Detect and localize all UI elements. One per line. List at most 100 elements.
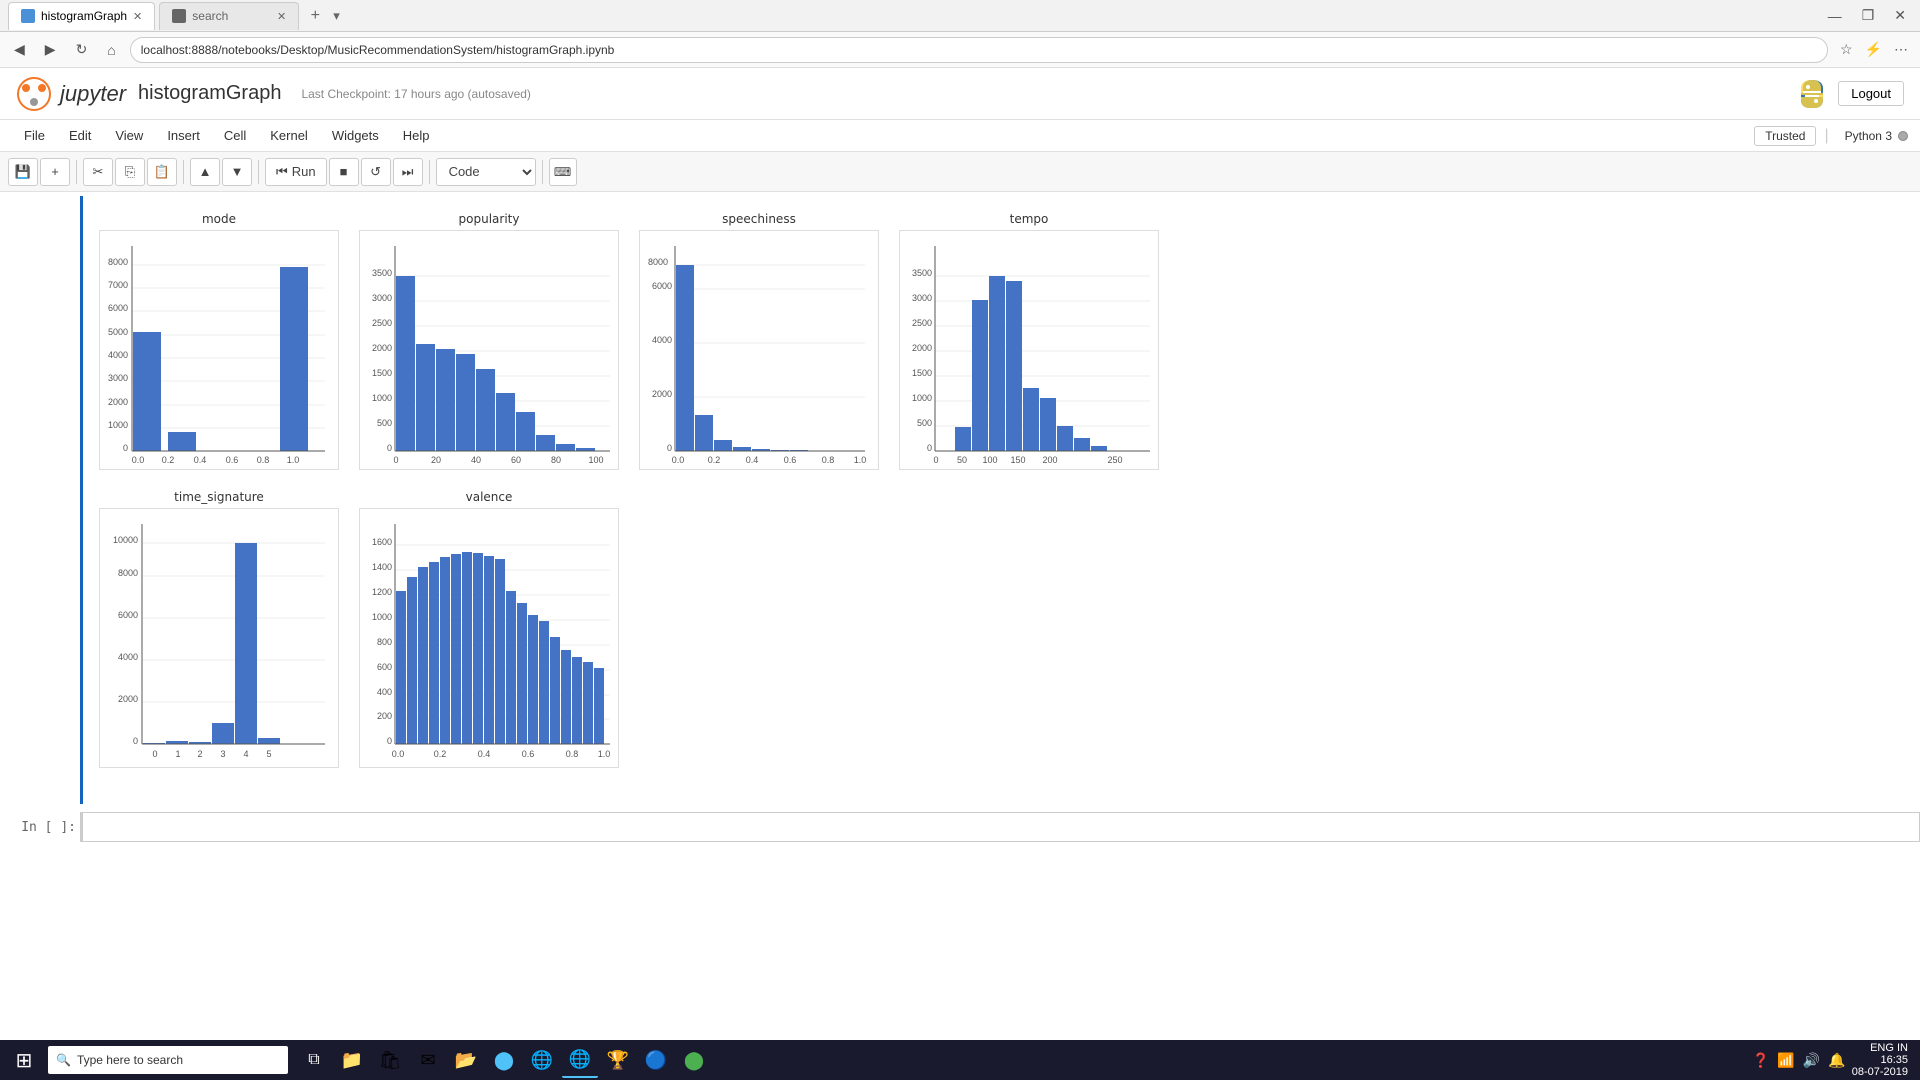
tab-close-btn-2[interactable]: ✕ <box>277 10 286 23</box>
refresh-button[interactable]: ↻ <box>70 39 94 60</box>
svg-text:0.2: 0.2 <box>708 455 721 465</box>
svg-text:800: 800 <box>377 637 392 647</box>
settings-icon[interactable]: ⋯ <box>1890 39 1912 60</box>
svg-text:4000: 4000 <box>118 652 138 662</box>
svg-text:50: 50 <box>957 455 967 465</box>
trusted-badge: Trusted <box>1754 126 1816 146</box>
svg-text:4: 4 <box>243 749 248 759</box>
menu-cell[interactable]: Cell <box>212 124 258 147</box>
run-label: Run <box>292 164 316 179</box>
cut-button[interactable]: ✂ <box>83 158 113 186</box>
restart-button[interactable]: ↺ <box>361 158 391 186</box>
taskbar-app-chrome[interactable]: 🌐 <box>524 1042 560 1078</box>
chart-mode: mode 0 1000 2000 3000 4000 5000 6000 700… <box>99 212 339 470</box>
keyboard-icon[interactable]: ⌨ <box>549 158 577 186</box>
chart-tempo-title: tempo <box>1010 212 1049 226</box>
svg-text:0.8: 0.8 <box>257 455 270 465</box>
toolbar-separator-1 <box>76 160 77 184</box>
network-icon[interactable]: 📶 <box>1775 1050 1796 1071</box>
taskbar-lang: ENG IN <box>1852 1042 1908 1054</box>
bar-mode-1 <box>168 432 196 451</box>
taskbar-app-files[interactable]: 📂 <box>448 1042 484 1078</box>
taskbar-app-edge[interactable]: 🌐 <box>562 1042 598 1078</box>
taskbar-search-box[interactable]: 🔍 Type here to search <box>48 1046 288 1074</box>
svg-text:1000: 1000 <box>108 420 128 430</box>
tab-search[interactable]: search ✕ <box>159 2 299 30</box>
home-button[interactable]: ⌂ <box>101 40 121 60</box>
forward-button[interactable]: ▶ <box>39 39 62 60</box>
notebook-title: histogramGraph <box>138 82 281 105</box>
tab-label: histogramGraph <box>41 9 127 23</box>
jupyter-header: jupyter histogramGraph Last Checkpoint: … <box>0 68 1920 120</box>
empty-cell-indicator: In [ ]: <box>0 812 80 842</box>
bookmark-icon[interactable]: ☆ <box>1836 39 1857 60</box>
move-down-button[interactable]: ▼ <box>222 158 252 186</box>
taskbar-app-circle2[interactable]: ⬤ <box>676 1042 712 1078</box>
menu-insert[interactable]: Insert <box>155 124 212 147</box>
paste-button[interactable]: 📋 <box>147 158 177 186</box>
taskbar-app-explorer[interactable]: 📁 <box>334 1042 370 1078</box>
svg-text:0.8: 0.8 <box>566 749 579 759</box>
start-button[interactable]: ⊞ <box>4 1040 44 1080</box>
toolbar-separator-5 <box>542 160 543 184</box>
chart-time-sig-svg: 0 2000 4000 6000 8000 10000 <box>99 508 339 768</box>
svg-text:6000: 6000 <box>108 303 128 313</box>
svg-text:0.6: 0.6 <box>226 455 239 465</box>
menu-file[interactable]: File <box>12 124 57 147</box>
restore-button[interactable]: ❐ <box>1856 5 1881 26</box>
browser-titlebar: histogramGraph ✕ search ✕ + ▾ — ❐ ✕ <box>0 0 1920 32</box>
new-tab-button[interactable]: + <box>303 4 327 28</box>
chart-mode-title: mode <box>202 212 236 226</box>
back-button[interactable]: ◀ <box>8 39 31 60</box>
menu-edit[interactable]: Edit <box>57 124 103 147</box>
menu-kernel[interactable]: Kernel <box>258 124 320 147</box>
cell-type-select[interactable]: Code <box>436 158 536 186</box>
logout-button[interactable]: Logout <box>1838 81 1904 106</box>
menu-help[interactable]: Help <box>391 124 442 147</box>
svg-text:8000: 8000 <box>118 568 138 578</box>
restart-run-button[interactable]: ⏭ <box>393 158 423 186</box>
volume-icon[interactable]: 🔊 <box>1801 1050 1822 1071</box>
svg-text:80: 80 <box>551 455 561 465</box>
tab-dropdown[interactable]: ▾ <box>333 8 340 24</box>
svg-text:200: 200 <box>377 711 392 721</box>
empty-cell-input[interactable] <box>80 812 1920 842</box>
menu-widgets[interactable]: Widgets <box>320 124 391 147</box>
minimize-button[interactable]: — <box>1822 6 1848 26</box>
svg-text:0: 0 <box>152 749 157 759</box>
svg-text:2500: 2500 <box>372 318 392 328</box>
run-button[interactable]: ⏮ Run <box>265 158 327 186</box>
svg-text:0: 0 <box>927 443 932 453</box>
taskbar-app-browser2[interactable]: 🔵 <box>638 1042 674 1078</box>
svg-text:7000: 7000 <box>108 280 128 290</box>
taskbar-app-reward[interactable]: 🏆 <box>600 1042 636 1078</box>
move-up-button[interactable]: ▲ <box>190 158 220 186</box>
tab-close-btn[interactable]: ✕ <box>133 10 142 23</box>
url-text: localhost:8888/notebooks/Desktop/MusicRe… <box>141 43 615 57</box>
run-icon: ⏮ <box>276 164 288 180</box>
svg-text:400: 400 <box>377 687 392 697</box>
cell-indicator <box>0 196 80 804</box>
notification-icon[interactable]: 🔔 <box>1826 1050 1847 1071</box>
svg-text:6000: 6000 <box>652 281 672 291</box>
copy-button[interactable]: ⎘ <box>115 158 145 186</box>
edge-icon: 🌐 <box>569 1049 591 1070</box>
menu-view[interactable]: View <box>103 124 155 147</box>
close-window-button[interactable]: ✕ <box>1888 5 1912 26</box>
svg-text:150: 150 <box>1010 455 1025 465</box>
taskbar-app-taskview[interactable]: ⧉ <box>296 1042 332 1078</box>
help-icon[interactable]: ❓ <box>1750 1050 1771 1071</box>
tab-histogramgraph[interactable]: histogramGraph ✕ <box>8 2 155 30</box>
extensions-icon[interactable]: ⚡ <box>1861 39 1886 60</box>
taskbar-app-store[interactable]: 🛍 <box>372 1042 408 1078</box>
taskbar-app-mail[interactable]: ✉ <box>410 1042 446 1078</box>
add-cell-button[interactable]: + <box>40 158 70 186</box>
save-button[interactable]: 💾 <box>8 158 38 186</box>
taskbar-date: 08-07-2019 <box>1852 1066 1908 1078</box>
svg-text:200: 200 <box>1042 455 1057 465</box>
svg-text:500: 500 <box>917 418 932 428</box>
browser-toolbar-icons: ☆ ⚡ ⋯ <box>1836 39 1912 60</box>
address-bar[interactable]: localhost:8888/notebooks/Desktop/MusicRe… <box>130 37 1828 63</box>
taskbar-app-circle[interactable]: ⬤ <box>486 1042 522 1078</box>
interrupt-button[interactable]: ■ <box>329 158 359 186</box>
